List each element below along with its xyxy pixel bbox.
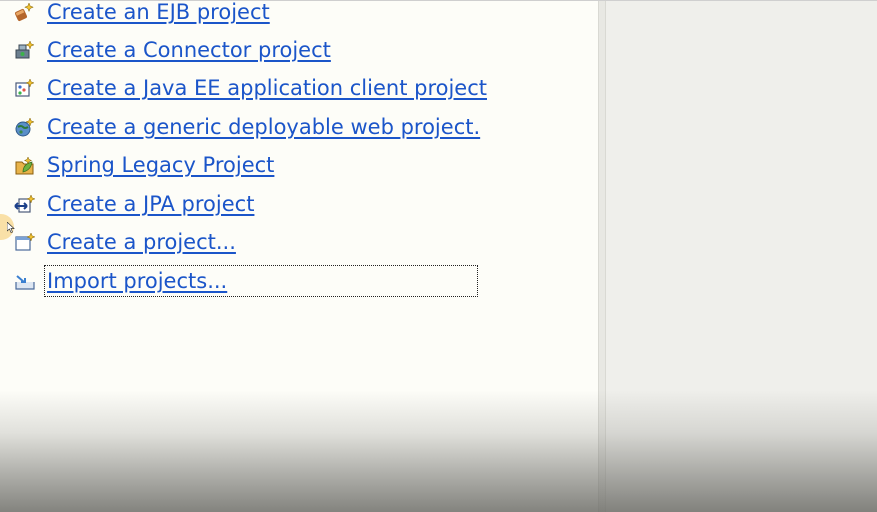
app-client-project-icon	[14, 77, 36, 99]
action-create-ejb-project[interactable]: Create an EJB project	[14, 0, 271, 27]
web-project-icon	[14, 116, 36, 138]
action-link[interactable]: Create a JPA project	[46, 190, 255, 218]
action-link[interactable]: Create a generic deployable web project.	[46, 113, 481, 141]
ejb-project-icon	[14, 1, 36, 23]
action-spring-legacy-project[interactable]: Spring Legacy Project	[14, 150, 275, 180]
action-link[interactable]: Create a project...	[46, 228, 237, 256]
spring-project-icon	[14, 154, 36, 176]
pane-splitter[interactable]	[598, 0, 606, 512]
mouse-cursor-icon	[7, 222, 15, 233]
import-projects-icon	[14, 270, 36, 292]
connector-project-icon	[14, 39, 36, 61]
action-link[interactable]: Spring Legacy Project	[46, 151, 275, 179]
right-pane	[606, 0, 877, 512]
action-create-connector-project[interactable]: Create a Connector project	[14, 35, 332, 65]
action-link[interactable]: Create a Connector project	[46, 36, 332, 64]
action-create-project[interactable]: Create a project...	[14, 227, 237, 257]
action-link[interactable]: Create a Java EE application client proj…	[46, 74, 488, 102]
action-import-projects[interactable]: Import projects...	[14, 265, 478, 297]
action-create-web-project[interactable]: Create a generic deployable web project.	[14, 112, 481, 142]
action-create-app-client-project[interactable]: Create a Java EE application client proj…	[14, 73, 488, 103]
action-create-jpa-project[interactable]: Create a JPA project	[14, 189, 255, 219]
top-border	[0, 0, 877, 1]
jpa-project-icon	[14, 193, 36, 215]
new-project-icon	[14, 231, 36, 253]
welcome-actions-pane: Create an EJB project Create a Connector…	[0, 0, 598, 512]
action-link[interactable]: Create an EJB project	[46, 0, 271, 26]
action-link[interactable]: Import projects...	[44, 265, 478, 297]
